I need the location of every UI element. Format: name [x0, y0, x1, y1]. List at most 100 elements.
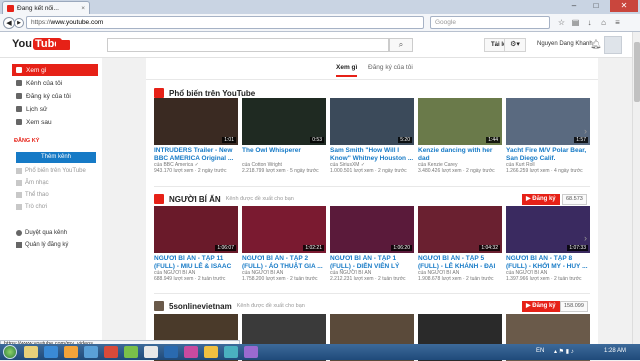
- youtube-header: You Tube ⌕ Tải lên ⚙▾ Nguyen Dang Khanh …: [0, 32, 632, 58]
- bookmarks-icon[interactable]: ▤: [570, 17, 581, 28]
- video-duration: 1:57: [574, 137, 588, 143]
- user-name[interactable]: Nguyen Dang Khanh: [537, 41, 593, 47]
- sidebar-item-what-to-watch[interactable]: Xem gì: [12, 64, 98, 76]
- app-taskbar-icon[interactable]: [204, 346, 218, 358]
- video-card[interactable]: 1:01 INTRUDERS Trailer - New BBC AMERICA …: [154, 98, 238, 174]
- video-card[interactable]: 1:44 Kenzie dancing with her dad của Kenzi…: [418, 98, 502, 174]
- video-thumbnail[interactable]: 5:20: [330, 98, 414, 145]
- avatar[interactable]: [604, 36, 622, 54]
- sidebar-item-my-subscriptions[interactable]: Đăng ký của tôi: [12, 90, 98, 102]
- video-title[interactable]: The Owl Whisperer: [242, 147, 326, 162]
- video-card[interactable]: 5:20 Sam Smith "How Will I Know" Whitney …: [330, 98, 414, 174]
- maximize-window-button[interactable]: □: [586, 0, 606, 12]
- video-title[interactable]: Sam Smith "How Will I Know" Whitney Hous…: [330, 147, 414, 162]
- download-icon[interactable]: ↓: [584, 17, 595, 28]
- scrollbar-thumb[interactable]: [634, 42, 640, 102]
- tab-what-to-watch[interactable]: Xem gì: [336, 64, 358, 77]
- gear-icon[interactable]: ⚙▾: [504, 38, 526, 52]
- video-card[interactable]: 1:04:32 NGƯỜI BÍ ẨN - TẬP 5 (FULL) - LÊ K…: [418, 206, 502, 282]
- sidebar-item-my-channel[interactable]: Kênh của tôi: [12, 77, 98, 89]
- video-title[interactable]: INTRUDERS Trailer - New BBC AMERICA Orig…: [154, 147, 238, 162]
- video-thumbnail[interactable]: 1:07:33: [506, 206, 590, 253]
- video-card[interactable]: 1:02:21 NGƯỜI BÍ ẨN - TẬP 2 (FULL) - ÁO T…: [242, 206, 326, 282]
- video-thumbnail[interactable]: 1:01: [154, 98, 238, 145]
- sidebar-sub-popular[interactable]: Phổ biến trên YouTube: [16, 168, 86, 174]
- notification-bell-icon[interactable]: 🔔︎: [590, 39, 601, 50]
- video-duration: 0:53: [310, 137, 324, 143]
- page-scrollbar[interactable]: [632, 32, 640, 344]
- video-title[interactable]: NGƯỜI BÍ ẨN - TẬP 5 (FULL) - LÊ KHÁNH - …: [418, 255, 502, 270]
- app-taskbar-icon[interactable]: [104, 346, 118, 358]
- youtube-logo[interactable]: You Tube: [12, 37, 63, 51]
- browse-channels-link[interactable]: Duyệt qua kênh: [16, 230, 67, 236]
- app-taskbar-icon[interactable]: [224, 346, 238, 358]
- start-button[interactable]: [3, 345, 17, 359]
- ie-taskbar-icon[interactable]: [44, 346, 58, 358]
- shelf-5sonline-title[interactable]: 5sonlinevietnam Kênh được đề xuất cho bạ…: [154, 301, 305, 311]
- youtube-search-input[interactable]: [107, 38, 389, 52]
- video-thumbnail[interactable]: 1:04:32: [418, 206, 502, 253]
- add-channels-button[interactable]: Thêm kênh: [16, 152, 96, 163]
- firefox-menu-icon[interactable]: ≡: [612, 17, 623, 28]
- manage-subscriptions-link[interactable]: Quản lý đăng ký: [16, 242, 68, 248]
- video-card[interactable]: 0:53 The Owl Whisperer của Cotton Wright 2.…: [242, 98, 326, 174]
- app-taskbar-icon[interactable]: [164, 346, 178, 358]
- video-title[interactable]: NGƯỜI BÍ ẨN - TẬP 11 (FULL) - MIU LÊ & I…: [154, 255, 238, 270]
- video-thumbnail[interactable]: 1:57: [506, 98, 590, 145]
- shelf-title: Phổ biến trên YouTube: [169, 88, 256, 98]
- app-taskbar-icon[interactable]: [144, 346, 158, 358]
- shelf-nguoi-bi-an-title[interactable]: NGƯỜI BÍ ẨN Kênh được đề xuất cho bạn: [154, 194, 294, 204]
- video-thumbnail[interactable]: 1:06:07: [154, 206, 238, 253]
- tray-icons[interactable]: ▴ ⚑ ▮ ♪: [554, 348, 574, 355]
- video-title[interactable]: Yacht Fire M/V Polar Bear, San Diego Cal…: [506, 147, 590, 162]
- next-arrow-icon[interactable]: ›: [584, 126, 587, 136]
- browser-tab[interactable]: Đang kết nối... ×: [2, 1, 90, 14]
- video-thumbnail[interactable]: 1:06:20: [330, 206, 414, 253]
- close-tab-icon[interactable]: ×: [81, 5, 85, 12]
- video-title[interactable]: NGƯỜI BÍ ẨN - TẬP 2 (FULL) - ÁO THUẬT GI…: [242, 255, 326, 270]
- sidebar-item-label: Xem sau: [26, 118, 52, 126]
- sidebar-item-label: Kênh của tôi: [26, 79, 63, 87]
- app-taskbar-icon[interactable]: [124, 346, 138, 358]
- subscribe-button[interactable]: ▶ Đăng ký: [522, 301, 560, 312]
- app-taskbar-icon[interactable]: [184, 346, 198, 358]
- video-card[interactable]: 1:57 Yacht Fire M/V Polar Bear, San Diego…: [506, 98, 590, 174]
- next-arrow-icon[interactable]: ›: [584, 233, 587, 243]
- video-card[interactable]: 1:06:20 NGƯỜI BÍ ẨN - TẬP 1 (FULL) - DIỄN…: [330, 206, 414, 282]
- app-taskbar-icon[interactable]: [84, 346, 98, 358]
- video-meta: 1.266.259 lượt xem · 4 ngày trước: [506, 168, 583, 174]
- search-icon[interactable]: ⌕: [389, 38, 413, 52]
- browser-tab-bar: Đang kết nối... × – □ ✕: [0, 0, 640, 14]
- video-thumbnail[interactable]: 1:44: [418, 98, 502, 145]
- minimize-window-button[interactable]: –: [564, 0, 584, 12]
- shelf-popular-title[interactable]: Phổ biến trên YouTube: [154, 88, 255, 98]
- video-title[interactable]: Kenzie dancing with her dad: [418, 147, 502, 162]
- sidebar-sub-gaming[interactable]: Trò chơi: [16, 204, 47, 210]
- clock[interactable]: 1:28 AM: [604, 348, 626, 354]
- app-taskbar-icon[interactable]: [244, 346, 258, 358]
- sidebar-sub-music[interactable]: Âm nhạc: [16, 180, 49, 186]
- tab-my-subscriptions[interactable]: Đăng ký của tôi: [368, 64, 413, 71]
- video-thumbnail[interactable]: 0:53: [242, 98, 326, 145]
- bookmark-star-icon[interactable]: ☆: [556, 17, 567, 28]
- firefox-taskbar-icon[interactable]: [64, 346, 78, 358]
- url-bar[interactable]: https://www.youtube.com: [26, 16, 424, 29]
- sidebar-item-history[interactable]: Lịch sử: [12, 103, 98, 115]
- video-meta: 2.218.799 lượt xem · 5 ngày trước: [242, 168, 319, 174]
- video-title[interactable]: NGƯỜI BÍ ẨN - TẬP 1 (FULL) - DIỄN VIÊN L…: [330, 255, 414, 270]
- sidebar-sub-sports[interactable]: Thể thao: [16, 192, 49, 198]
- video-card[interactable]: 1:06:07 NGƯỜI BÍ ẨN - TẬP 11 (FULL) - MIU…: [154, 206, 238, 282]
- google-search-input[interactable]: Google: [430, 16, 550, 29]
- video-title[interactable]: NGƯỜI BÍ ẨN - TẬP 8 (FULL) - KHỞI MY - H…: [506, 255, 590, 270]
- video-thumbnail[interactable]: 1:02:21: [242, 206, 326, 253]
- subscribe-button[interactable]: ▶ Đăng ký: [522, 194, 560, 205]
- guide-menu-icon[interactable]: [56, 40, 70, 50]
- video-meta: 1.397.966 lượt xem · 2 tuần trước: [506, 276, 582, 282]
- explorer-taskbar-icon[interactable]: [24, 346, 38, 358]
- home-icon[interactable]: ⌂: [598, 17, 609, 28]
- language-indicator[interactable]: EN: [536, 348, 544, 354]
- forward-arrow-icon[interactable]: ▶: [14, 18, 24, 28]
- close-window-button[interactable]: ✕: [610, 0, 638, 12]
- video-card[interactable]: 1:07:33 NGƯỜI BÍ ẨN - TẬP 8 (FULL) - KHỞI…: [506, 206, 590, 282]
- sidebar-item-watch-later[interactable]: Xem sau: [12, 116, 98, 128]
